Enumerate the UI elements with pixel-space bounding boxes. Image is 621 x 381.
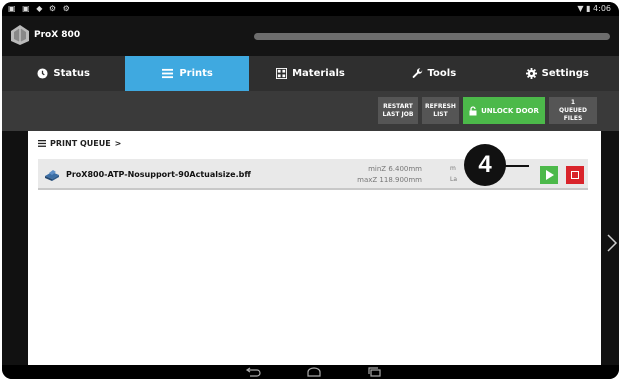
refresh-list-button[interactable]: REFRESH LIST: [422, 97, 459, 124]
recent-apps-icon[interactable]: [366, 367, 384, 377]
list-icon: [38, 140, 46, 147]
prints-toolbar: RESTART LAST JOB REFRESH LIST UNLOCK DOO…: [2, 91, 619, 131]
tab-materials[interactable]: Materials: [249, 56, 372, 91]
refresh-label-line2: LIST: [433, 110, 448, 118]
lock-icon: [469, 105, 477, 115]
clock-icon: [37, 68, 48, 79]
prox-logo-icon: [11, 25, 29, 45]
app-title: ProX 800: [34, 30, 81, 40]
tab-label: Settings: [541, 68, 589, 79]
gear-icon: [525, 68, 537, 79]
android-nav-bar: [2, 365, 619, 379]
play-icon: [546, 170, 554, 180]
back-icon[interactable]: [244, 367, 262, 377]
tablet-screen: ▣ ▣ ◆ ⚙ ⚙ ▼ ▮ 4:06 ProX 800 Status Print…: [2, 2, 619, 379]
queued-label: QUEUED FILES: [558, 106, 588, 122]
tab-label: Materials: [292, 68, 345, 79]
delete-print-button[interactable]: [566, 166, 584, 184]
tab-label: Tools: [427, 68, 457, 79]
restart-label-line1: RESTART: [383, 102, 413, 110]
callout-line: [505, 165, 529, 167]
stop-icon: [571, 171, 579, 179]
refresh-label-line1: REFRESH: [425, 102, 456, 110]
max-z-value: maxZ 118.900mm: [357, 176, 422, 184]
min-z-value: minZ 6.400mm: [368, 165, 422, 173]
battery-time: ▼ ▮ 4:06: [577, 4, 611, 13]
unlock-label: UNLOCK DOOR: [481, 106, 539, 115]
app-bar: ProX 800: [2, 16, 619, 56]
start-print-button[interactable]: [540, 166, 558, 184]
tab-tools[interactable]: Tools: [372, 56, 495, 91]
main-tabs: Status Prints Materials Tools Settings: [2, 56, 619, 91]
restart-last-job-button[interactable]: RESTART LAST JOB: [378, 97, 418, 124]
next-page-arrow-icon[interactable]: [606, 234, 618, 252]
truncated-info-2: La: [450, 176, 458, 183]
status-icons: ▣ ▣ ◆ ⚙ ⚙: [8, 4, 72, 13]
materials-icon: [276, 68, 288, 79]
tab-label: Prints: [179, 68, 213, 79]
unlock-door-button[interactable]: UNLOCK DOOR: [463, 97, 545, 124]
home-icon[interactable]: [305, 367, 323, 377]
print-queue-header[interactable]: PRINT QUEUE >: [38, 139, 121, 148]
tab-settings[interactable]: Settings: [496, 56, 619, 91]
restart-label-line2: LAST JOB: [382, 110, 414, 118]
truncated-info-1: m: [450, 165, 456, 172]
queued-count: 1: [570, 98, 576, 106]
status-bar: ▣ ▣ ◆ ⚙ ⚙ ▼ ▮ 4:06: [2, 2, 619, 16]
wrench-icon: [412, 68, 422, 78]
chevron-right-icon: >: [114, 139, 122, 148]
file-name: ProX800-ATP-Nosupport-90Actualsize.bff: [66, 170, 251, 179]
print-queue-title: PRINT QUEUE: [50, 139, 111, 148]
tab-label: Status: [53, 68, 90, 79]
tab-prints[interactable]: Prints: [125, 56, 249, 91]
tab-status[interactable]: Status: [2, 56, 125, 91]
print-progress-bar: [254, 33, 610, 40]
queued-files-button[interactable]: 1 QUEUED FILES: [549, 97, 597, 124]
callout-badge: 4: [464, 144, 506, 186]
print-file-icon: [45, 170, 59, 181]
list-icon: [162, 68, 174, 79]
